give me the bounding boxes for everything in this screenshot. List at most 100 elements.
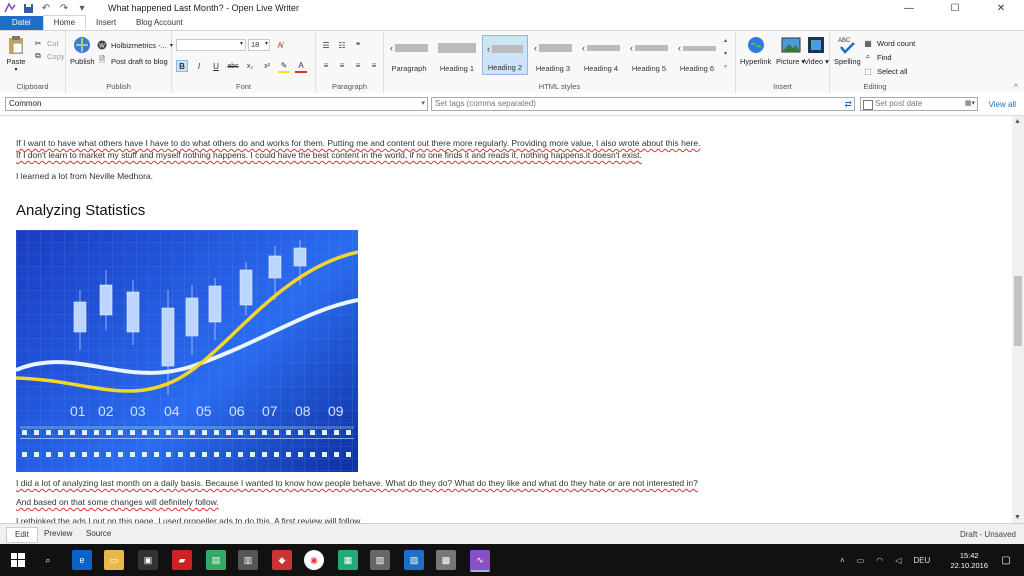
- align-right-icon[interactable]: ≡: [352, 59, 364, 71]
- style-heading-5[interactable]: ‹ Heading 5: [626, 35, 672, 75]
- find-button[interactable]: ⌕ Find: [862, 51, 892, 63]
- category-select[interactable]: Common ▾: [5, 97, 428, 111]
- align-left-icon[interactable]: ≡: [320, 59, 332, 71]
- styles-scroll-down-icon[interactable]: ▾: [724, 48, 727, 61]
- clear-formatting-icon[interactable]: A̸: [274, 39, 286, 51]
- editor-canvas[interactable]: If I want to have what others have I hav…: [0, 116, 1012, 523]
- scroll-down-icon[interactable]: ▼: [1014, 514, 1021, 521]
- view-all-link[interactable]: View all: [989, 100, 1016, 109]
- edge-icon[interactable]: e: [72, 550, 92, 570]
- highlight-icon[interactable]: ✎: [278, 59, 290, 73]
- styles-scroll-up-icon[interactable]: ▴: [724, 35, 727, 48]
- tray-up-icon[interactable]: ˄: [840, 556, 845, 565]
- customize-quick-access-icon[interactable]: ▾: [76, 2, 88, 14]
- app-gray-icon[interactable]: ▥: [238, 550, 258, 570]
- save-icon[interactable]: [22, 2, 34, 14]
- insert-group: Hyperlink Picture ▾ Video ▾ Insert: [736, 31, 830, 93]
- system-tray: ˄ ▭ ◠ ◁ DEU: [840, 544, 930, 576]
- numbered-list-icon[interactable]: ☷: [336, 39, 348, 51]
- styles-more-icon[interactable]: ▿: [724, 61, 727, 74]
- tab-home[interactable]: Home: [42, 15, 87, 30]
- italic-icon[interactable]: I: [193, 60, 205, 72]
- stock-chart-image[interactable]: 01 02 03 04 05 06 07 08 09: [16, 230, 358, 472]
- calendar-icon[interactable]: ▦▾: [965, 98, 975, 110]
- scroll-thumb[interactable]: [1014, 276, 1022, 346]
- paste-button[interactable]: Paste ▾: [6, 35, 26, 73]
- post-date-input[interactable]: Set post date ▦▾: [860, 97, 978, 111]
- app-green-icon[interactable]: ▤: [206, 550, 226, 570]
- store-icon[interactable]: ▣: [138, 550, 158, 570]
- publish-button[interactable]: Publish: [70, 35, 95, 66]
- style-heading-4[interactable]: ‹ Heading 4: [578, 35, 624, 75]
- dot-pattern-square: [202, 452, 207, 457]
- word-count-button[interactable]: ▦ Word count: [862, 37, 915, 49]
- clock[interactable]: 15:42 22.10.2016: [950, 551, 988, 571]
- hyperlink-button[interactable]: Hyperlink: [740, 35, 771, 66]
- font-name-select[interactable]: ▾: [176, 39, 246, 51]
- underline-icon[interactable]: U: [210, 60, 222, 72]
- search-icon[interactable]: ⌕: [38, 550, 58, 570]
- paste-dropdown-icon[interactable]: ▾: [14, 66, 17, 73]
- volume-icon[interactable]: ◁: [895, 556, 901, 565]
- tags-input[interactable]: Set tags (comma separated) ⇄: [431, 97, 855, 111]
- bullet-list-icon[interactable]: ☰: [320, 39, 332, 51]
- open-live-writer-icon[interactable]: ∿: [470, 550, 490, 572]
- blog-selector[interactable]: W Holbizmetrics -... ▾: [96, 39, 173, 51]
- tab-edit[interactable]: Edit: [6, 527, 38, 543]
- style-heading-1[interactable]: Heading 1: [434, 35, 480, 75]
- dot-pattern-square: [298, 452, 303, 457]
- style-heading-3[interactable]: ‹ Heading 3: [530, 35, 576, 75]
- app-blue-icon[interactable]: ▨: [404, 550, 424, 570]
- align-center-icon[interactable]: ≡: [336, 59, 348, 71]
- style-heading-6[interactable]: ‹ Heading 6: [674, 35, 720, 75]
- video-button[interactable]: Video ▾: [804, 35, 829, 66]
- app-gray2-icon[interactable]: ▩: [436, 550, 456, 570]
- font-color-icon[interactable]: A: [295, 59, 307, 73]
- tab-insert[interactable]: Insert: [86, 16, 126, 30]
- app-red-icon[interactable]: ▰: [172, 550, 192, 570]
- close-button[interactable]: ✕: [978, 0, 1024, 16]
- notifications-icon[interactable]: ▢: [996, 550, 1016, 570]
- strikethrough-icon[interactable]: abc: [227, 60, 239, 72]
- style-paragraph[interactable]: ‹ Paragraph: [386, 35, 432, 75]
- language-indicator[interactable]: DEU: [913, 556, 930, 565]
- chrome-icon[interactable]: ◉: [304, 550, 324, 570]
- scroll-up-icon[interactable]: ▲: [1014, 118, 1021, 125]
- refresh-tags-icon[interactable]: ⇄: [844, 98, 852, 110]
- blockquote-icon[interactable]: ❝: [352, 39, 364, 51]
- superscript-icon[interactable]: x²: [261, 60, 273, 72]
- font-size-select[interactable]: 18 ▾: [248, 39, 270, 51]
- tab-source[interactable]: Source: [78, 527, 119, 541]
- post-date-checkbox[interactable]: [863, 100, 873, 110]
- file-explorer-icon[interactable]: ▭: [104, 550, 124, 570]
- picture-button[interactable]: Picture ▾: [776, 35, 805, 66]
- battery-icon[interactable]: ▭: [857, 556, 865, 565]
- select-all-button[interactable]: ⬚ Select all: [862, 65, 907, 77]
- redo-icon[interactable]: ↷: [58, 2, 70, 14]
- post-draft-button[interactable]: 🗎 Post draft to blog: [96, 55, 168, 67]
- bold-icon[interactable]: B: [176, 60, 188, 72]
- app-teal-icon[interactable]: ▦: [338, 550, 358, 570]
- publish-icon: [72, 35, 92, 55]
- dot-pattern-square: [70, 452, 75, 457]
- undo-icon[interactable]: ↶: [40, 2, 52, 14]
- cut-button[interactable]: ✂ Cut: [32, 37, 59, 49]
- tab-datei[interactable]: Datei: [0, 16, 43, 30]
- ribbon-tabs: Datei Home Insert Blog Account: [0, 15, 1024, 30]
- minimize-button[interactable]: —: [886, 0, 932, 16]
- editor-scrollbar[interactable]: ▲ ▼: [1012, 116, 1024, 523]
- app-dark-icon[interactable]: ▧: [370, 550, 390, 570]
- justify-icon[interactable]: ≡: [368, 59, 380, 71]
- subscript-icon[interactable]: x₂: [244, 60, 256, 72]
- start-icon[interactable]: [8, 550, 28, 570]
- maximize-button[interactable]: ☐: [932, 0, 978, 16]
- paragraph-group: ☰ ☷ ❝ ≡ ≡ ≡ ≡ Paragraph: [316, 31, 384, 93]
- style-heading-2[interactable]: ‹ Heading 2: [482, 35, 528, 75]
- tab-blog-account[interactable]: Blog Account: [126, 16, 193, 30]
- app-red2-icon[interactable]: ◆: [272, 550, 292, 570]
- collapse-ribbon-icon[interactable]: ˄: [1014, 83, 1018, 90]
- wifi-icon[interactable]: ◠: [876, 556, 883, 565]
- spelling-button[interactable]: ABC Spelling: [834, 35, 861, 66]
- tab-preview[interactable]: Preview: [36, 527, 80, 541]
- copy-button[interactable]: ⧉ Copy: [32, 50, 64, 62]
